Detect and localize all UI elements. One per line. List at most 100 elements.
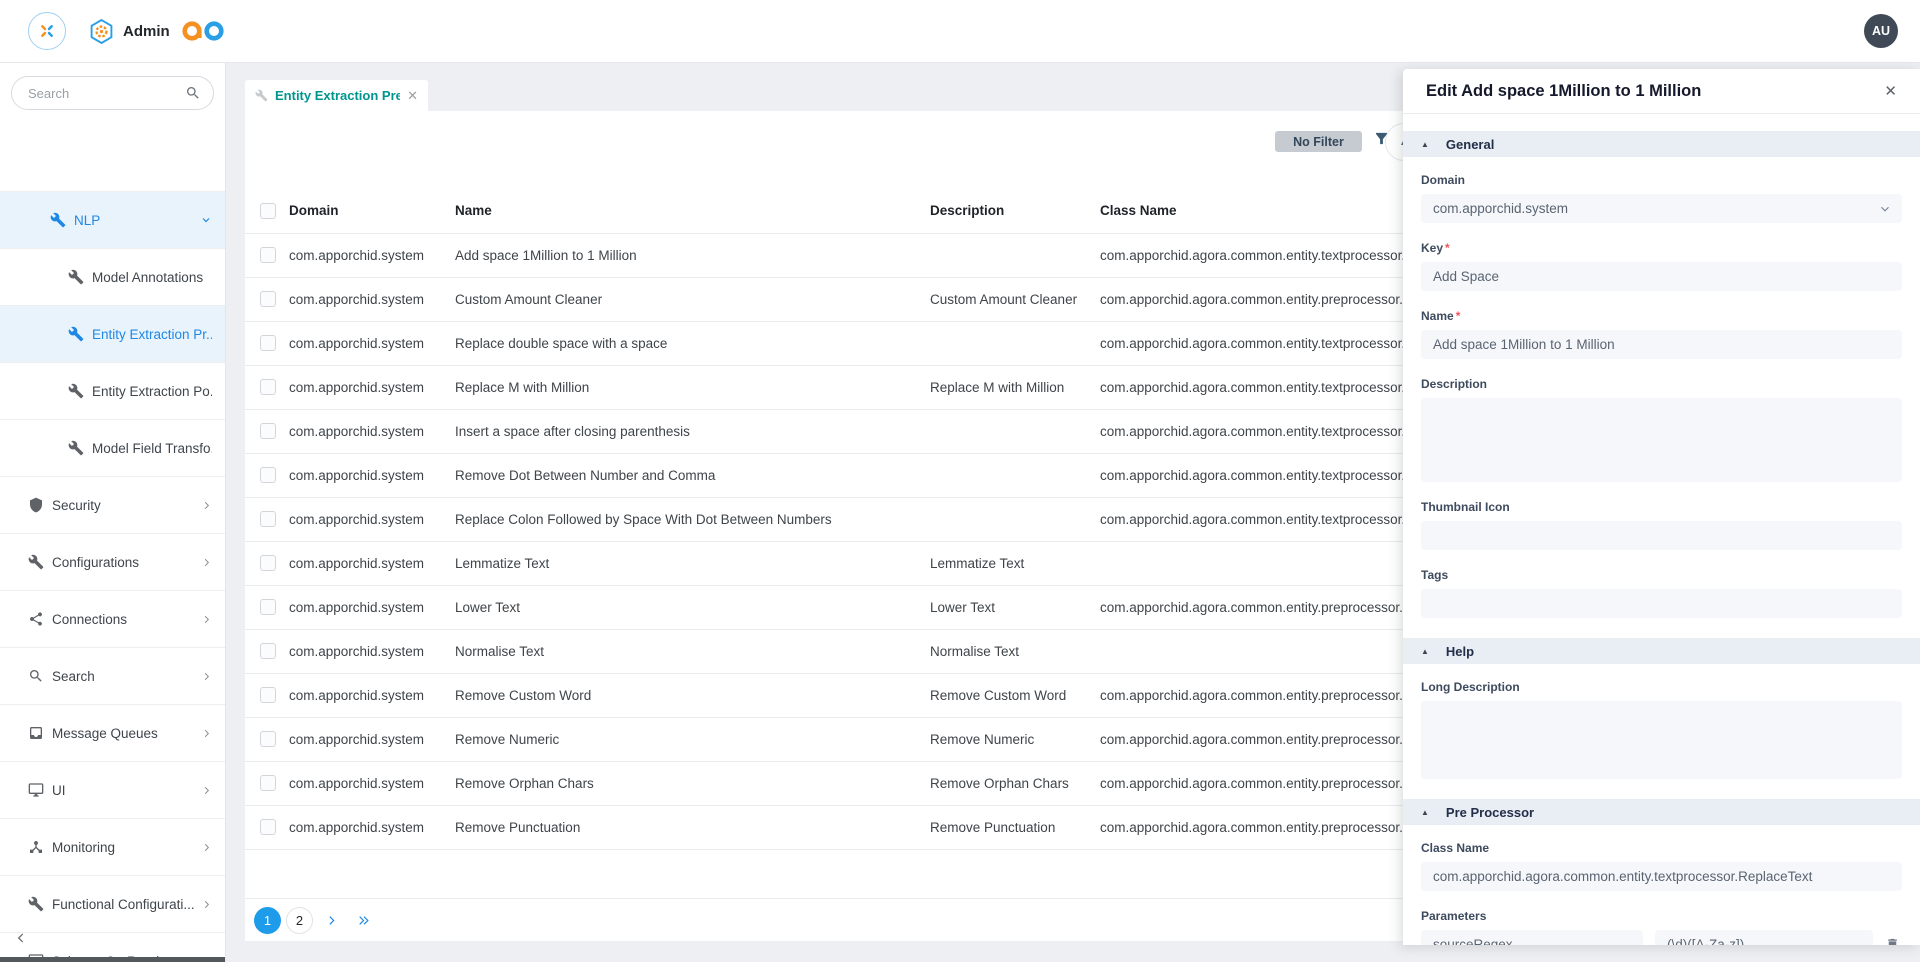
delete-parameter-icon[interactable] (1885, 937, 1900, 945)
row-checkbox[interactable] (260, 687, 276, 703)
long-description-label: Long Description (1421, 680, 1902, 694)
domain-select[interactable]: com.apporchid.system (1421, 194, 1902, 223)
row-checkbox[interactable] (260, 379, 276, 395)
tags-input[interactable] (1421, 589, 1902, 618)
section-help[interactable]: ▲ Help (1403, 638, 1920, 664)
sidebar-item-model-field-transfo[interactable]: Model Field Transfo... (0, 420, 225, 477)
sidebar-item-entity-extraction-po[interactable]: Entity Extraction Po... (0, 363, 225, 420)
key-label: Key* (1421, 241, 1902, 255)
sidebar-item-label: UI (52, 783, 66, 798)
parameter-key-input[interactable] (1421, 930, 1643, 945)
parameter-value-input[interactable] (1655, 930, 1873, 945)
section-pre-processor[interactable]: ▲ Pre Processor (1403, 799, 1920, 825)
chevron-right-icon (201, 557, 212, 568)
chevron-right-icon (201, 842, 212, 853)
thumbnail-icon-input[interactable] (1421, 521, 1902, 550)
cell-name: Replace M with Million (455, 365, 930, 409)
row-checkbox[interactable] (260, 247, 276, 263)
panel-close-icon[interactable]: ✕ (1884, 82, 1897, 100)
row-checkbox[interactable] (260, 467, 276, 483)
chevron-right-icon (201, 728, 212, 739)
cell-name: Remove Dot Between Number and Comma (455, 453, 930, 497)
page-button-1[interactable]: 1 (254, 907, 281, 934)
column-header-name[interactable]: Name (455, 189, 930, 233)
resize-handle-icon[interactable] (1912, 942, 1920, 945)
sidebar-item-entity-extraction-pr[interactable]: Entity Extraction Pr... (0, 306, 225, 363)
cell-description: Remove Custom Word (930, 673, 1100, 717)
chevron-left-icon (14, 931, 28, 945)
cell-domain: com.apporchid.system (289, 629, 455, 673)
last-page-button[interactable] (350, 907, 377, 934)
section-general[interactable]: ▲ General (1403, 131, 1920, 157)
sidebar-item-model-annotations[interactable]: Model Annotations (0, 249, 225, 306)
sidebar-item-label: Entity Extraction Po... (92, 384, 212, 399)
required-mark: * (1445, 241, 1450, 255)
class-name-label: Class Name (1421, 841, 1902, 855)
column-header-description[interactable]: Description (930, 189, 1100, 233)
tab-close-icon[interactable]: ✕ (407, 89, 418, 102)
row-checkbox[interactable] (260, 643, 276, 659)
sidebar-nav: NLPModel AnnotationsEntity Extraction Pr… (0, 191, 225, 962)
chevron-right-icon (201, 899, 212, 910)
sidebar-item-label: Connections (52, 612, 127, 627)
chevron-right-icon (201, 785, 212, 796)
sidebar-item-ui[interactable]: UI (0, 762, 225, 819)
row-checkbox[interactable] (260, 599, 276, 615)
next-page-button[interactable] (318, 907, 345, 934)
sidebar-item-connections[interactable]: Connections (0, 591, 225, 648)
row-checkbox[interactable] (260, 291, 276, 307)
sidebar-item-label: Functional Configurati... (52, 897, 195, 912)
tab-entity-extraction-preprocessors[interactable]: Entity Extraction Prep... ✕ (245, 80, 428, 111)
brand-logo (180, 18, 228, 44)
row-checkbox[interactable] (260, 555, 276, 571)
key-input[interactable] (1421, 262, 1902, 291)
chevron-right-icon (201, 614, 212, 625)
row-checkbox[interactable] (260, 819, 276, 835)
wrench-icon (50, 212, 66, 228)
search-icon (28, 668, 44, 684)
chevron-right-icon (201, 500, 212, 511)
cell-name: Normalise Text (455, 629, 930, 673)
filter-status-badge[interactable]: No Filter (1275, 131, 1362, 152)
sidebar-item-nlp[interactable]: NLP (0, 192, 225, 249)
domain-label: Domain (1421, 173, 1902, 187)
sidebar-item-label: Search (52, 669, 95, 684)
description-textarea[interactable] (1421, 398, 1902, 482)
cell-domain: com.apporchid.system (289, 321, 455, 365)
cell-domain: com.apporchid.system (289, 761, 455, 805)
row-checkbox[interactable] (260, 775, 276, 791)
name-input[interactable] (1421, 330, 1902, 359)
user-avatar[interactable]: AU (1864, 14, 1898, 48)
search-icon (185, 85, 201, 106)
row-checkbox[interactable] (260, 511, 276, 527)
tags-label: Tags (1421, 568, 1902, 582)
class-name-input[interactable] (1421, 862, 1902, 891)
cell-description (930, 233, 1100, 277)
sidebar-item-monitoring[interactable]: Monitoring (0, 819, 225, 876)
cell-domain: com.apporchid.system (289, 409, 455, 453)
sidebar-bottom-bar (0, 957, 225, 962)
ao-logo-icon (180, 18, 228, 44)
select-all-checkbox[interactable] (260, 203, 276, 219)
search-input[interactable] (11, 76, 214, 110)
sidebar-item-security[interactable]: Security (0, 477, 225, 534)
panel-title: Edit Add space 1Million to 1 Million (1426, 82, 1884, 101)
sidebar-item-search[interactable]: Search (0, 648, 225, 705)
sidebar-item-configurations[interactable]: Configurations (0, 534, 225, 591)
edit-panel-body: ▲ General Domain com.apporchid.system Ke… (1403, 115, 1920, 945)
row-checkbox[interactable] (260, 335, 276, 351)
cell-name: Custom Amount Cleaner (455, 277, 930, 321)
cell-name: Remove Custom Word (455, 673, 930, 717)
app-menu-button[interactable] (28, 12, 66, 50)
row-checkbox[interactable] (260, 731, 276, 747)
row-checkbox[interactable] (260, 423, 276, 439)
column-header-domain[interactable]: Domain (289, 189, 455, 233)
sidebar-item-functional-configurati[interactable]: Functional Configurati... (0, 876, 225, 933)
sidebar-item-message-queues[interactable]: Message Queues (0, 705, 225, 762)
sidebar-collapse-button[interactable] (14, 931, 28, 950)
cell-domain: com.apporchid.system (289, 453, 455, 497)
long-description-textarea[interactable] (1421, 701, 1902, 779)
inbox-icon (28, 725, 44, 741)
page-button-2[interactable]: 2 (286, 907, 313, 934)
cell-domain: com.apporchid.system (289, 365, 455, 409)
